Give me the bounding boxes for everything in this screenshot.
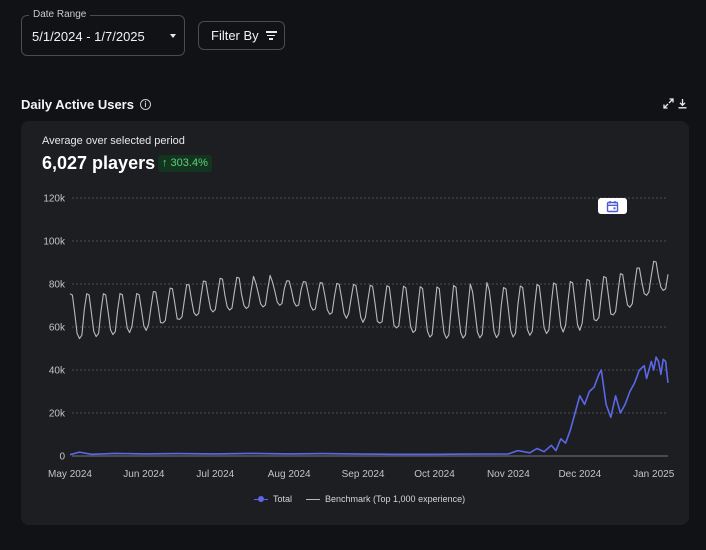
legend-label-total: Total xyxy=(273,494,293,504)
x-tick-label: Dec 2024 xyxy=(558,469,601,480)
x-tick-label: Aug 2024 xyxy=(268,469,311,480)
y-tick-label: 100k xyxy=(43,237,66,248)
y-tick-label: 120k xyxy=(43,194,66,205)
y-tick-label: 20k xyxy=(49,409,66,420)
x-tick-label: May 2024 xyxy=(48,469,92,480)
legend-swatch-total xyxy=(254,495,268,503)
legend-label-benchmark: Benchmark (Top 1,000 experience) xyxy=(325,494,466,504)
chart-legend: Total Benchmark (Top 1,000 experience) xyxy=(254,494,465,504)
calendar-button[interactable] xyxy=(598,198,627,214)
x-tick-label: Jun 2024 xyxy=(123,469,165,480)
x-tick-label: Nov 2024 xyxy=(487,469,530,480)
x-tick-label: Sep 2024 xyxy=(342,469,385,480)
y-tick-label: 40k xyxy=(49,366,66,377)
y-tick-label: 0 xyxy=(59,452,65,463)
x-tick-label: Jan 2025 xyxy=(633,469,675,480)
total-series-line xyxy=(69,356,669,456)
y-tick-label: 80k xyxy=(49,280,66,291)
x-tick-label: Oct 2024 xyxy=(414,469,455,480)
legend-item-benchmark[interactable]: Benchmark (Top 1,000 experience) xyxy=(306,494,465,504)
calendar-icon xyxy=(606,200,619,212)
legend-item-total[interactable]: Total xyxy=(254,494,292,504)
x-tick-label: Jul 2024 xyxy=(196,469,234,480)
daily-active-users-chart: 0 20k 40k 60k 80k 100k 120k May 2024 Jun 2024 Ju… xyxy=(43,194,675,481)
legend-swatch-benchmark xyxy=(306,495,321,503)
y-tick-label: 60k xyxy=(49,323,66,334)
